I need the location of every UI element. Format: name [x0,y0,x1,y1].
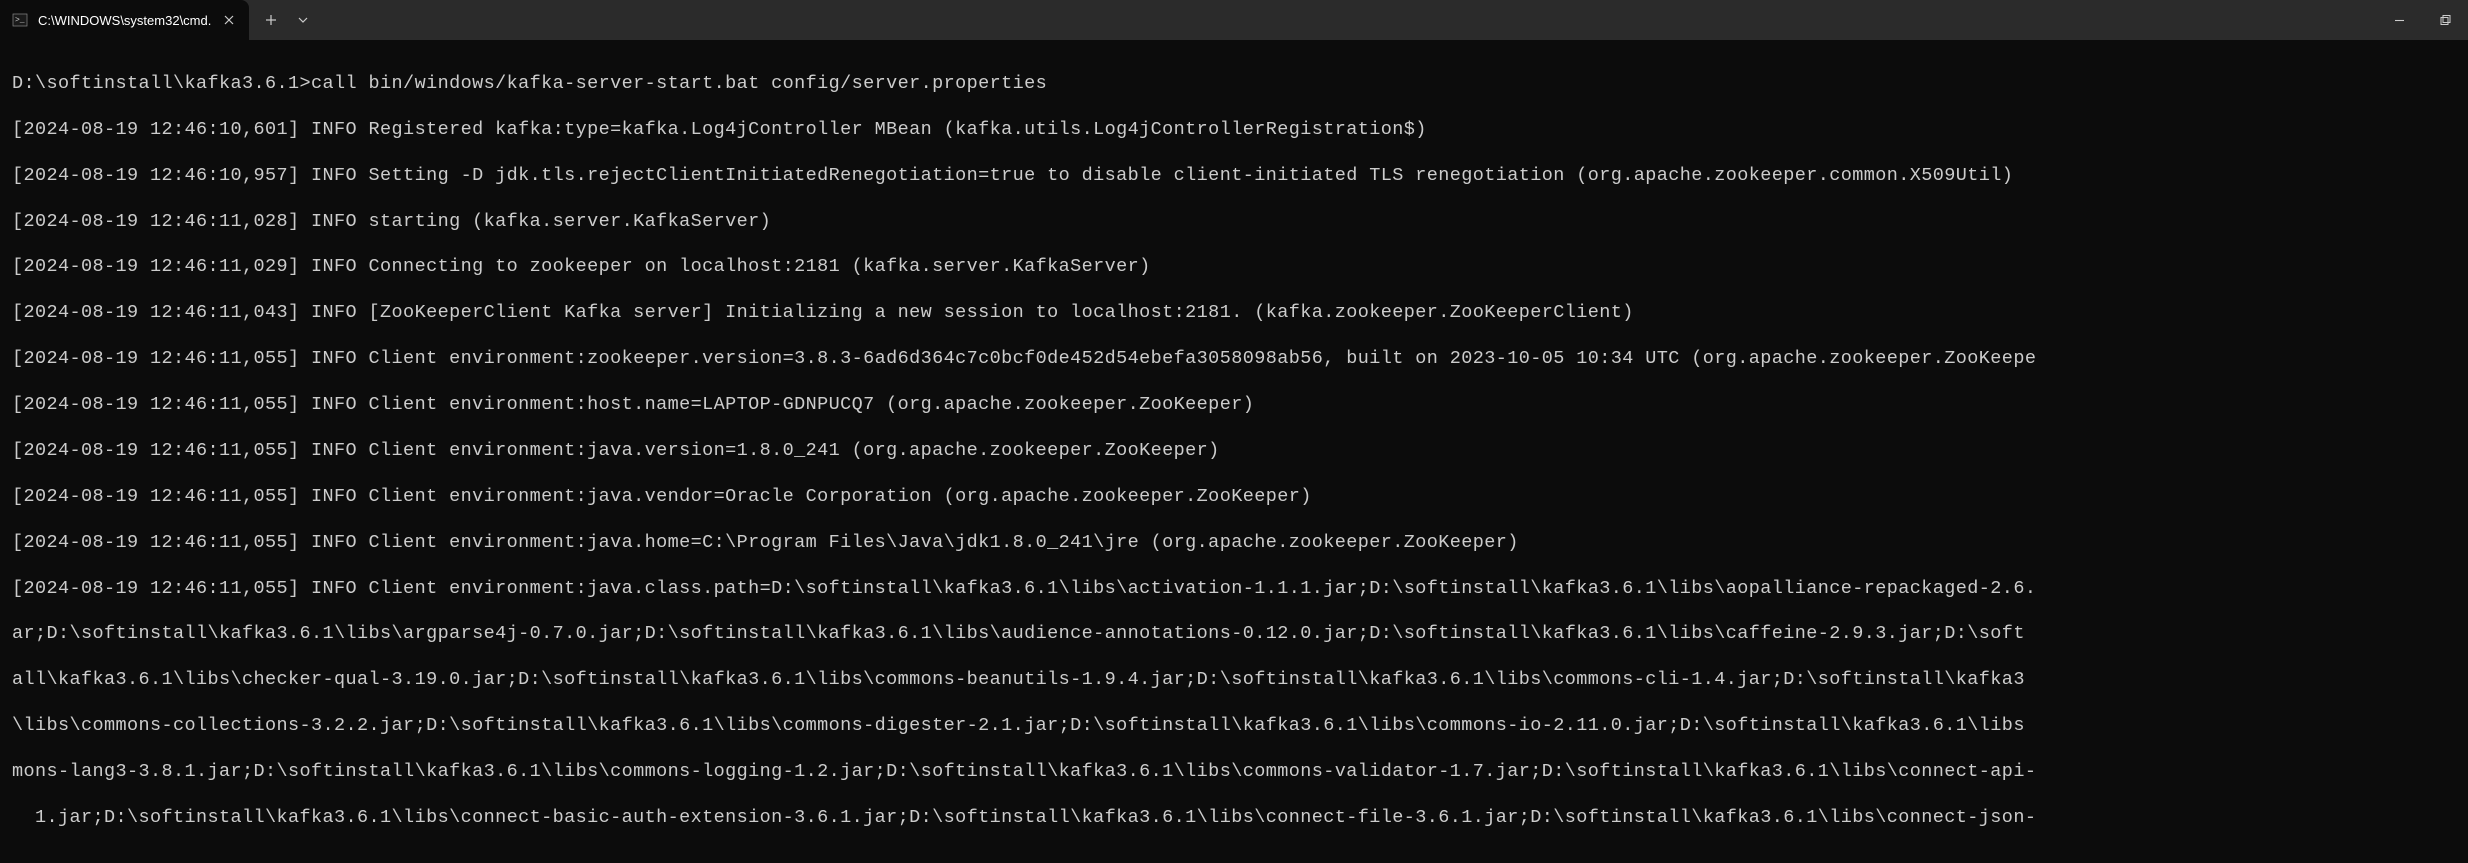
tab-strip [249,0,2468,40]
tab-close-button[interactable] [221,12,237,28]
terminal-output[interactable]: D:\softinstall\kafka3.6.1>call bin/windo… [0,40,2468,863]
terminal-log-line: 1.jar;D:\softinstall\kafka3.6.1\libs\con… [12,807,2456,830]
maximize-button[interactable] [2422,15,2468,26]
terminal-log-line: [2024-08-19 12:46:10,957] INFO Setting -… [12,165,2456,188]
terminal-log-line: [2024-08-19 12:46:11,055] INFO Client en… [12,486,2456,509]
terminal-tab[interactable]: >_ C:\WINDOWS\system32\cmd. [0,0,249,40]
terminal-log-line: ar;D:\softinstall\kafka3.6.1\libs\argpar… [12,623,2456,646]
terminal-log-line: [2024-08-19 12:46:11,055] INFO Client en… [12,532,2456,555]
tab-dropdown-button[interactable] [287,4,319,36]
terminal-log-line: [2024-08-19 12:46:11,055] INFO Client en… [12,440,2456,463]
terminal-log-line: all\kafka3.6.1\libs\checker-qual-3.19.0.… [12,669,2456,692]
svg-text:>_: >_ [15,16,25,25]
terminal-log-line: mons-lang3-3.8.1.jar;D:\softinstall\kafk… [12,761,2456,784]
terminal-log-line: [2024-08-19 12:46:11,043] INFO [ZooKeepe… [12,302,2456,325]
terminal-log-line: [2024-08-19 12:46:11,055] INFO Client en… [12,348,2456,371]
minimize-button[interactable] [2376,15,2422,26]
terminal-log-line: [2024-08-19 12:46:11,055] INFO Client en… [12,394,2456,417]
terminal-log-line: [2024-08-19 12:46:10,601] INFO Registere… [12,119,2456,142]
window-controls [2376,15,2468,26]
terminal-log-line: [2024-08-19 12:46:11,028] INFO starting … [12,211,2456,234]
terminal-log-line: [2024-08-19 12:46:11,055] INFO Client en… [12,578,2456,601]
terminal-log-line: [2024-08-19 12:46:11,029] INFO Connectin… [12,256,2456,279]
new-tab-button[interactable] [255,4,287,36]
terminal-prompt-line: D:\softinstall\kafka3.6.1>call bin/windo… [12,73,2456,96]
cmd-icon: >_ [12,12,28,28]
terminal-log-line: \libs\commons-collections-3.2.2.jar;D:\s… [12,715,2456,738]
tab-title: C:\WINDOWS\system32\cmd. [38,13,211,28]
title-bar: >_ C:\WINDOWS\system32\cmd. [0,0,2468,40]
